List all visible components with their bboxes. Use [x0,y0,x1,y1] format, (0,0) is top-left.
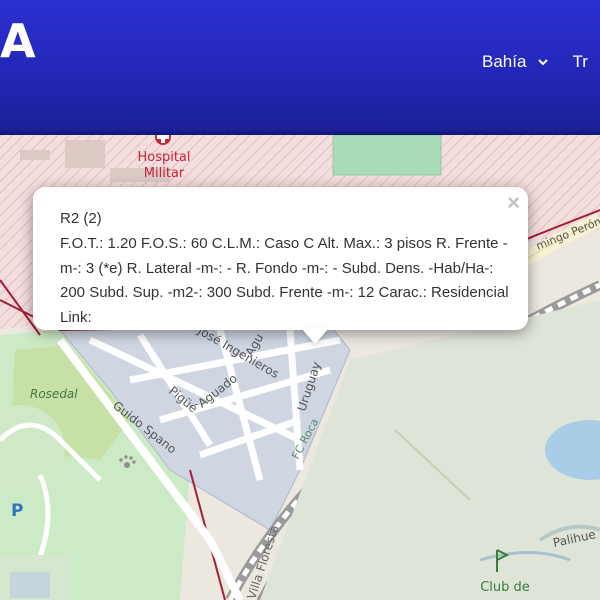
hospital-label: Hospital [137,150,190,165]
chevron-down-icon [538,59,549,66]
nav-item-label: Tr [572,52,588,71]
nav-item-bahia[interactable]: Bahía [482,52,572,72]
zone-info-popup: × R2 (2) F.O.T.: 1.20 F.O.S.: 60 C.L.M.:… [33,187,528,344]
popup-body: F.O.T.: 1.20 F.O.S.: 60 C.L.M.: Caso C A… [60,235,509,326]
parking-label: P [11,501,23,521]
nav-item-label: Bahía [482,52,527,71]
popup-title: R2 (2) [60,210,102,227]
site-logo[interactable]: A [0,14,37,68]
nav-item-tr[interactable]: Tr [572,52,587,72]
close-icon[interactable]: × [507,191,520,215]
hospital-label: Militar [144,166,185,181]
site-header: A Bahía Tr [0,0,600,135]
popup-tip [301,328,329,344]
club-label: Club de [480,580,530,595]
main-nav: Bahía Tr [482,52,588,72]
rosedal-label: Rosedal [30,387,78,401]
